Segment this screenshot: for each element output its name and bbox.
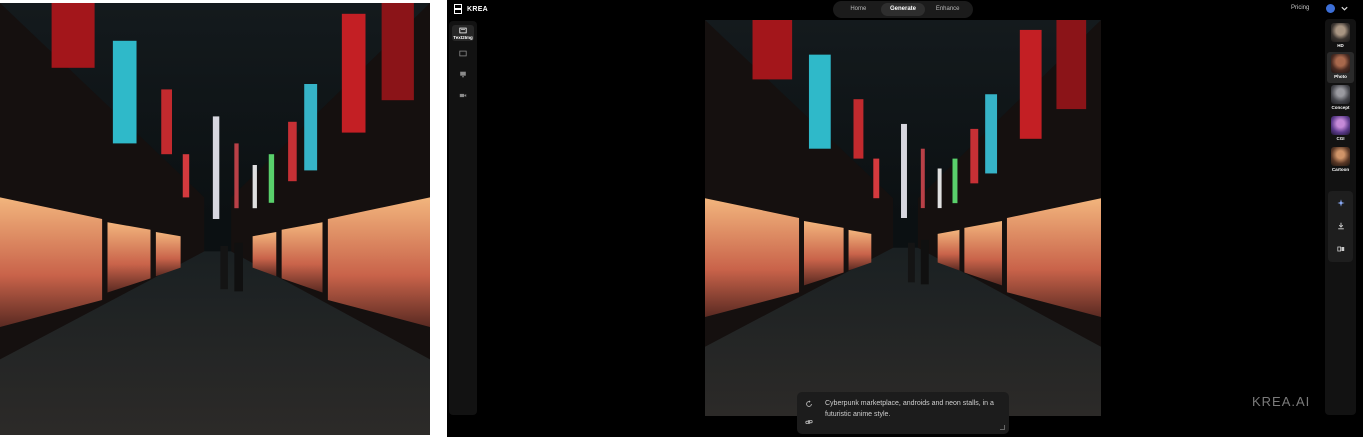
krea-logo[interactable]: KREA [453, 4, 488, 14]
link-icon [804, 419, 813, 424]
compare-icon [1336, 246, 1344, 251]
style-cartoon-thumbnail [1331, 147, 1350, 166]
brand-name: KREA [467, 5, 489, 13]
krea-watermark: KREA.AI [1252, 394, 1311, 409]
krea-logo-icon [453, 4, 462, 14]
refresh-prompt-button[interactable] [803, 398, 814, 409]
tool-rail: Text2Img [449, 21, 477, 415]
cyberpunk-market-image [705, 20, 1101, 416]
main-nav: Home Generate Enhance [833, 1, 973, 18]
style-concept-label: Concept [1331, 105, 1350, 110]
link-prompt-button[interactable] [803, 416, 814, 427]
tab-enhance[interactable]: Enhance [925, 3, 970, 16]
tab-generate[interactable]: Generate [880, 3, 926, 16]
generated-image[interactable] [705, 20, 1101, 416]
style-concept[interactable]: Concept [1327, 83, 1354, 114]
tool-text2img[interactable]: Text2Img [452, 25, 474, 41]
style-cartoon-label: Cartoon [1331, 167, 1350, 172]
style-cgi-label: CGI [1336, 136, 1345, 141]
krea-app-window: KREA Home Generate Enhance Pricing Text2… [447, 0, 1363, 437]
video-icon [459, 93, 467, 97]
top-bar: KREA Home Generate Enhance Pricing [447, 0, 1363, 20]
style-cgi-thumbnail [1331, 116, 1350, 135]
text-image-icon [459, 27, 467, 33]
image-icon [459, 50, 467, 56]
account-avatar[interactable] [1326, 4, 1335, 13]
sparkle-icon [1336, 198, 1345, 207]
action-group [1328, 191, 1353, 262]
compare-button[interactable] [1334, 242, 1347, 255]
monitor-icon [460, 71, 466, 77]
refresh-icon [805, 399, 812, 407]
screenshot-root: KREA Home Generate Enhance Pricing Text2… [0, 0, 1363, 440]
style-cartoon[interactable]: Cartoon [1327, 145, 1354, 176]
style-hd-label: HD [1337, 43, 1344, 48]
prompt-input[interactable]: Cyberpunk marketplace, androids and neon… [825, 398, 995, 420]
chevron-down-icon[interactable] [1340, 4, 1349, 13]
tool-video[interactable] [452, 87, 474, 103]
style-rail: HD Photo Concept CGI Cartoon [1325, 19, 1356, 415]
reference-image [0, 3, 430, 435]
style-photo-label: Photo [1334, 74, 1347, 79]
tool-text2img-label: Text2Img [453, 34, 473, 40]
tab-home[interactable]: Home [836, 3, 881, 16]
download-icon [1337, 222, 1344, 229]
style-cgi[interactable]: CGI [1327, 114, 1354, 145]
style-photo[interactable]: Photo [1327, 52, 1354, 83]
style-concept-thumbnail [1331, 85, 1350, 104]
style-photo-thumbnail [1331, 54, 1350, 73]
style-hd[interactable]: HD [1327, 21, 1354, 52]
enhance-button[interactable] [1334, 196, 1347, 209]
style-hd-thumbnail [1331, 23, 1350, 42]
pricing-link[interactable]: Pricing [1291, 5, 1309, 11]
tool-image[interactable] [452, 45, 474, 61]
cyberpunk-market-image [0, 3, 430, 435]
tool-monitor[interactable] [452, 66, 474, 82]
prompt-box[interactable]: Cyberpunk marketplace, androids and neon… [797, 392, 1009, 434]
resize-handle[interactable] [1000, 425, 1005, 430]
download-button[interactable] [1334, 219, 1347, 232]
